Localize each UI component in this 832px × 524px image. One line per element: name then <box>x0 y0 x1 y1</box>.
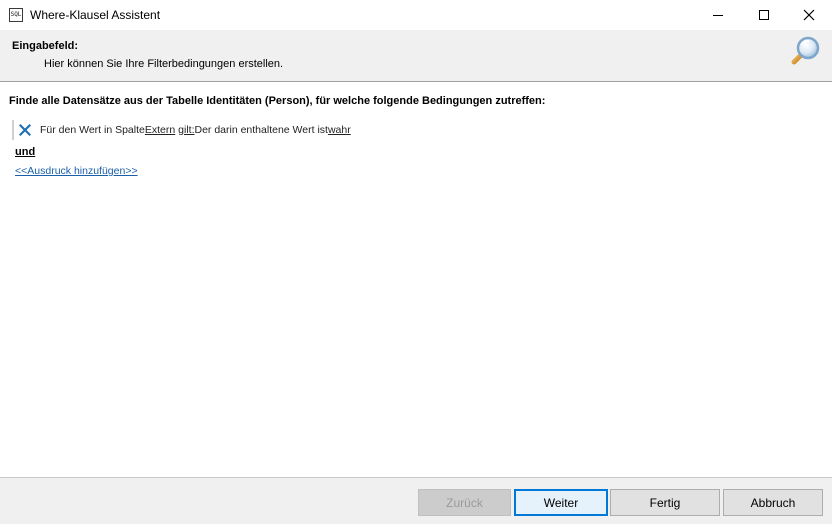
next-button[interactable]: Weiter <box>514 489 608 516</box>
condition-group-bar <box>12 120 14 140</box>
conjunction-link[interactable]: und <box>15 146 35 158</box>
condition-row: Für den Wert in Spalte Extern gilt: Der … <box>16 121 351 139</box>
title-bar: SQL Where-Klausel Assistent <box>0 0 832 30</box>
where-clause-app-icon: SQL <box>9 8 23 22</box>
query-headline: Finde alle Datensätze aus der Tabelle Id… <box>9 95 546 107</box>
header-description: Hier können Sie Ihre Filterbedingungen e… <box>44 58 284 70</box>
cancel-button[interactable]: Abbruch <box>723 489 823 516</box>
condition-column-link[interactable]: Extern <box>145 124 175 136</box>
header-panel: Eingabefeld: Hier können Sie Ihre Filter… <box>0 30 832 82</box>
add-expression-link[interactable]: <<Ausdruck hinzufügen>> <box>15 165 138 177</box>
button-bar: Zurück Weiter Fertig Abbruch <box>0 477 832 524</box>
magnifier-icon <box>791 36 820 65</box>
condition-value-link[interactable]: wahr <box>328 124 351 136</box>
minimize-icon <box>713 14 723 16</box>
close-button[interactable] <box>786 0 832 30</box>
condition-mid: Der darin enthaltene Wert ist <box>194 124 328 136</box>
delete-x-icon[interactable] <box>16 121 34 139</box>
finish-button[interactable]: Fertig <box>610 489 720 516</box>
condition-editor: Finde alle Datensätze aus der Tabelle Id… <box>0 83 832 477</box>
window-title: Where-Klausel Assistent <box>30 8 161 22</box>
maximize-icon <box>759 10 769 20</box>
close-icon <box>803 9 815 21</box>
condition-prefix: Für den Wert in Spalte <box>40 124 145 136</box>
condition-operator-link[interactable]: gilt: <box>178 124 194 136</box>
maximize-button[interactable] <box>741 0 787 30</box>
back-button[interactable]: Zurück <box>418 489 511 516</box>
minimize-button[interactable] <box>695 0 741 30</box>
header-title: Eingabefeld: <box>12 40 79 52</box>
